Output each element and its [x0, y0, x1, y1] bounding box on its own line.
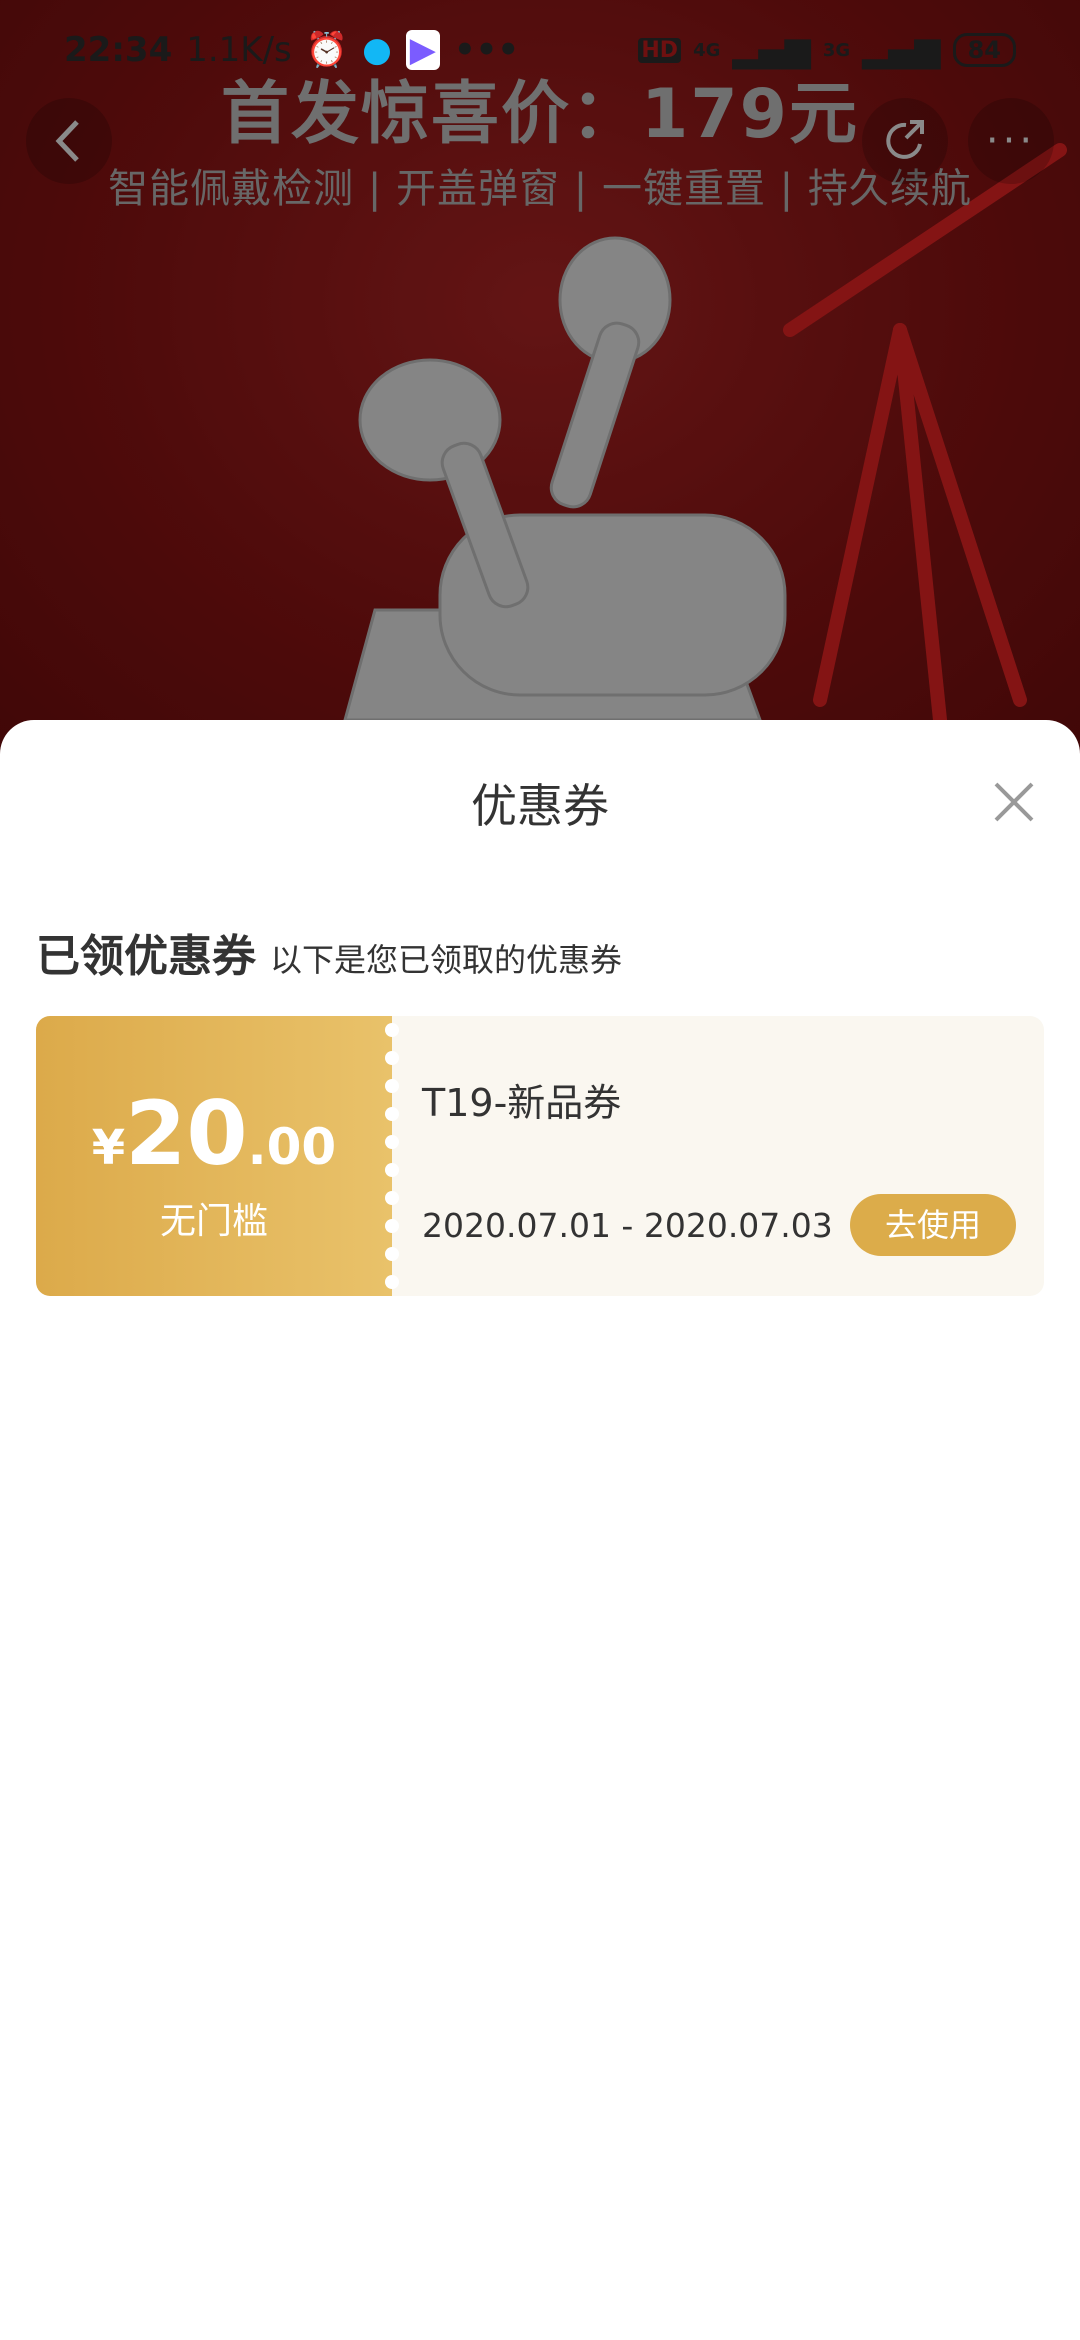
close-icon[interactable]	[984, 772, 1044, 832]
more-notifications-icon: •••	[453, 30, 520, 70]
alarm-icon: ⏰	[305, 30, 349, 70]
play-store-icon: ▶	[405, 30, 440, 70]
battery-indicator: 84	[952, 33, 1016, 67]
coupon-name: T19-新品券	[422, 1081, 622, 1125]
qq-icon: ●	[362, 30, 392, 70]
sheet-title: 优惠券	[471, 779, 609, 833]
currency-symbol: ¥	[91, 1120, 126, 1176]
signal-bars-icon-2: ▂▄▆	[862, 30, 941, 70]
more-dots-icon: ···	[985, 118, 1037, 164]
coupon-value-panel: ¥20.00 无门槛	[36, 1016, 392, 1296]
signal-4g-label: 4G	[693, 39, 721, 61]
clock: 22:34	[64, 30, 173, 70]
amount-integer: 20	[125, 1082, 248, 1185]
status-bar: 22:34 1.1K/s ⏰ ● ▶ ••• HD 4G ▂▄▆ 3G ▂▄▆ …	[0, 26, 1080, 76]
hd-icon: HD	[638, 37, 682, 63]
coupon-bottom-sheet: 优惠券 已领优惠券 以下是您已领取的优惠券 ¥20.00 无门槛 T19-新品券	[0, 720, 1080, 2340]
share-button[interactable]	[862, 98, 948, 184]
share-icon	[886, 120, 924, 159]
signal-bars-icon: ▂▄▆	[732, 30, 811, 70]
more-button[interactable]: ···	[968, 98, 1054, 184]
back-button[interactable]	[26, 98, 112, 184]
perforation-edge	[385, 1023, 399, 1289]
coupon-card: ¥20.00 无门槛 T19-新品券 2020.07.01 - 2020.07.…	[36, 1016, 1044, 1296]
use-coupon-button[interactable]: 去使用	[850, 1194, 1016, 1256]
coupon-condition: 无门槛	[159, 1201, 268, 1242]
coupon-amount: ¥20.00	[36, 1082, 392, 1185]
signal-3g-label: 3G	[822, 39, 851, 61]
section-title: 已领优惠券	[36, 931, 256, 982]
network-speed: 1.1K/s	[186, 30, 292, 70]
section-subtitle: 以下是您已领取的优惠券	[270, 941, 623, 979]
amount-decimal: .00	[247, 1118, 337, 1176]
claimed-coupons-header: 已领优惠券 以下是您已领取的优惠券	[36, 920, 622, 984]
chevron-left-icon	[55, 120, 79, 162]
coupon-validity: 2020.07.01 - 2020.07.03	[422, 1206, 833, 1245]
